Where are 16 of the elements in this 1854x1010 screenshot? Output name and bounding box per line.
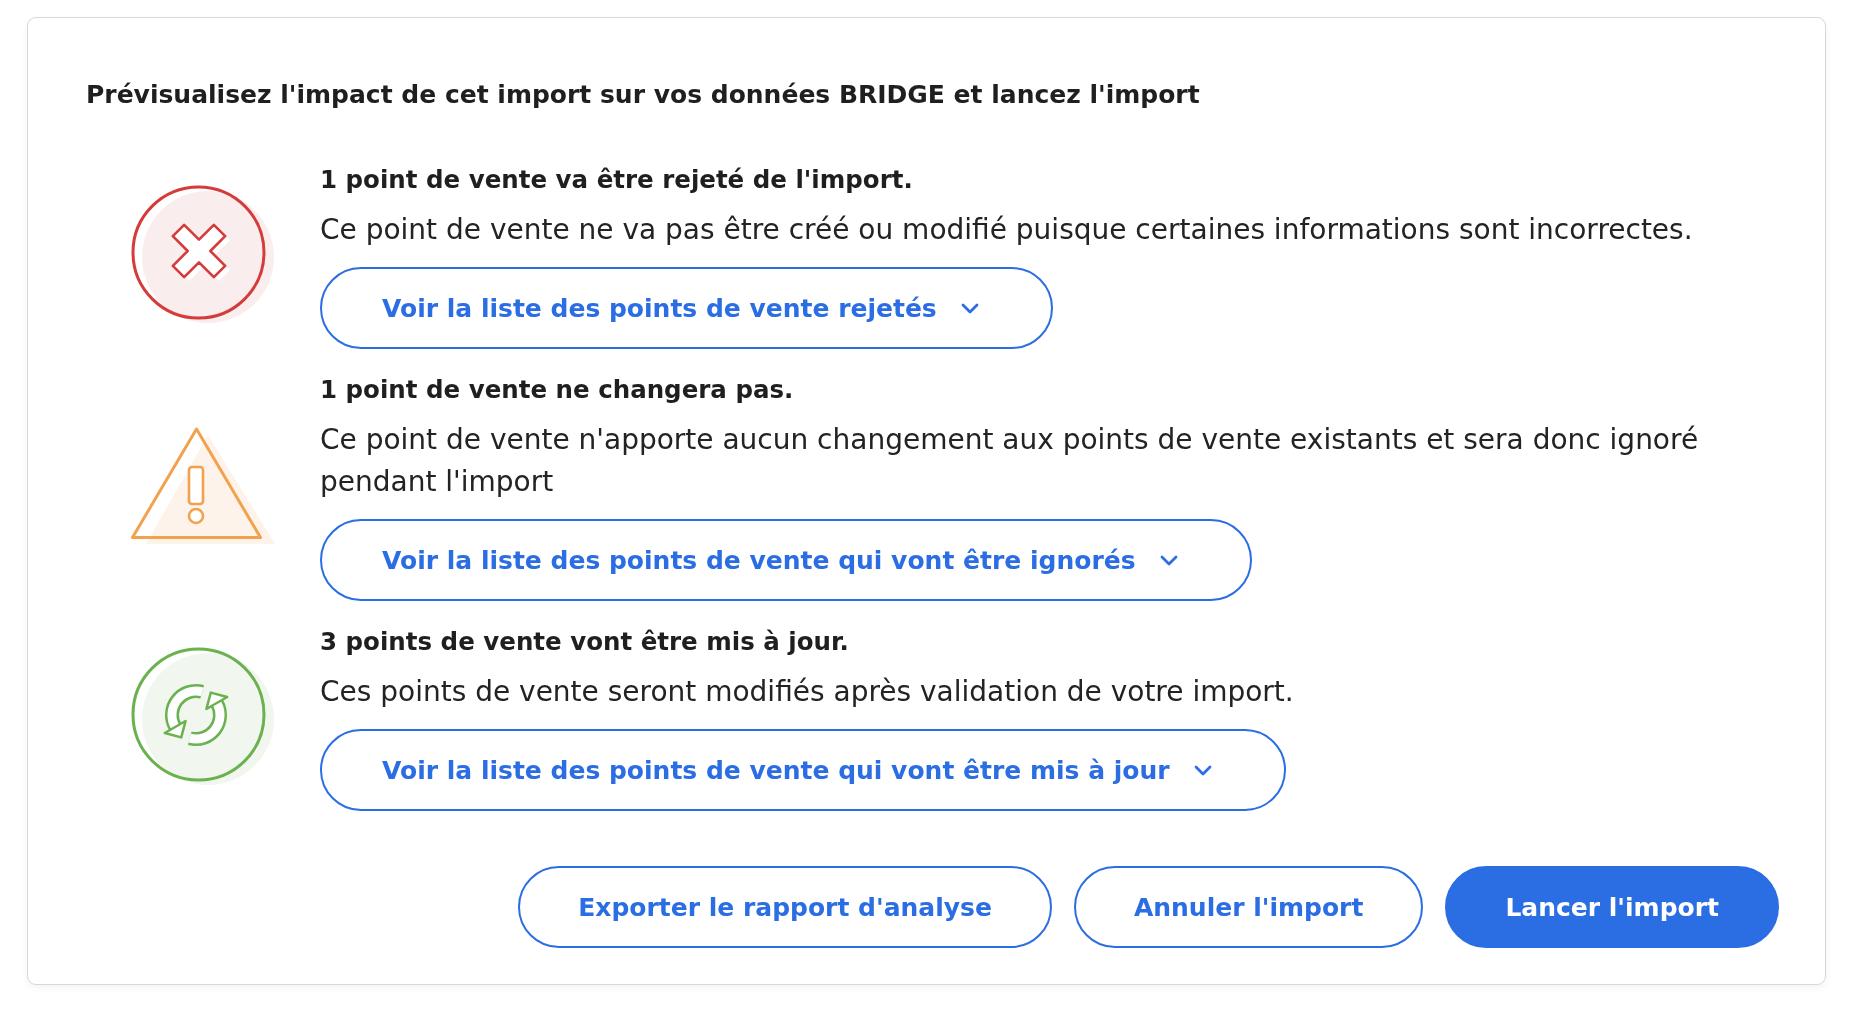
section-description: Ce point de vente n'apporte aucun changement aux points de vente existants et sera donc ignoré pendant l'import	[320, 422, 1700, 500]
secondary-button[interactable]: Exporter le rapport d'analyse	[518, 866, 1052, 948]
secondary-button[interactable]: Annuler l'import	[1073, 866, 1424, 948]
expand-list-button[interactable]: Voir la liste des points de vente qui vont être mis à jour	[320, 729, 1286, 811]
section-description: Ce point de vente ne va pas être créé ou modifié puisque certaines informations sont incorrectes.	[320, 212, 1693, 248]
section-heading: 3 points de vente vont être mis à jour.	[320, 626, 849, 658]
section-description: Ces points de vente seront modifiés après validation de votre import.	[320, 674, 1294, 710]
section-heading: 1 point de vente ne changera pas.	[320, 374, 794, 406]
expand-list-button[interactable]: Voir la liste des points de vente qui vont être ignorés	[320, 519, 1252, 601]
refresh-arrows-icon	[131, 646, 276, 787]
preview-title: Prévisualisez l'impact de cet import sur vos données BRIDGE et lancez l'import	[86, 79, 1201, 111]
cross-circle-icon	[131, 184, 276, 325]
primary-button[interactable]: Lancer l'import	[1445, 866, 1779, 948]
warning-triangle-icon	[131, 426, 276, 545]
section-heading: 1 point de vente va être rejeté de l'import.	[320, 164, 913, 196]
expand-list-button[interactable]: Voir la liste des points de vente rejetés	[320, 267, 1053, 349]
